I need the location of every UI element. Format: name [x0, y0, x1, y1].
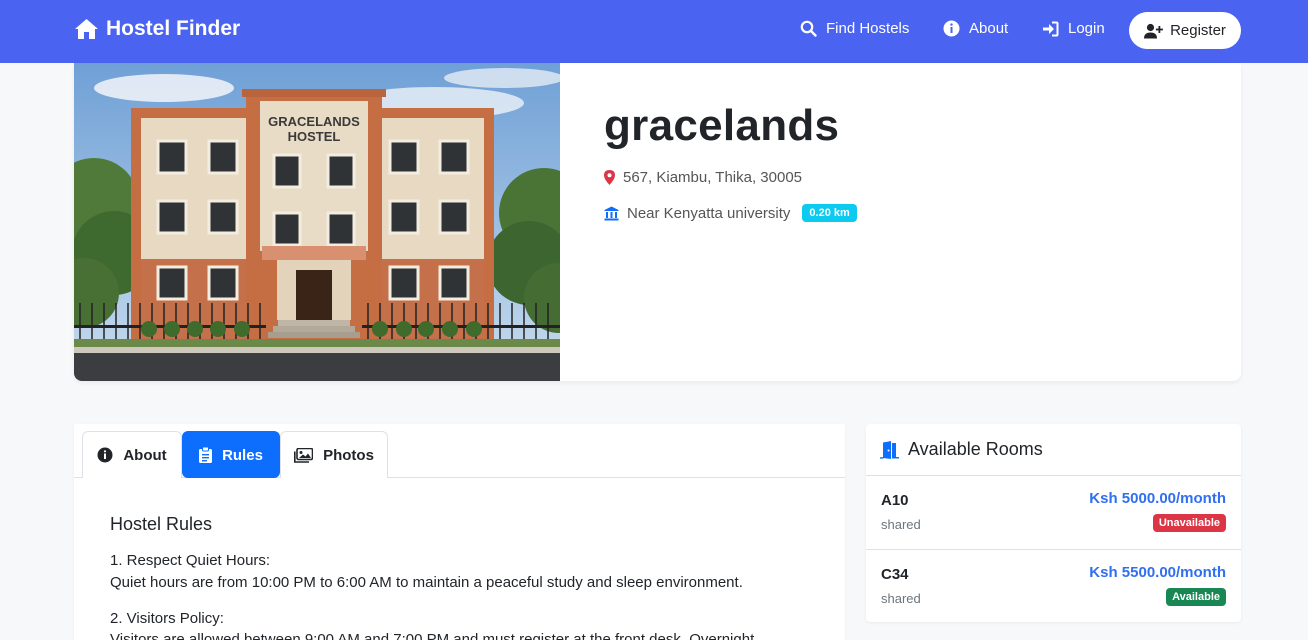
hostel-address: 567, Kiambu, Thika, 30005 — [623, 169, 803, 186]
nav-about-label: About — [969, 20, 1009, 37]
tab-photos[interactable]: Photos — [280, 431, 388, 478]
rule-1-heading: 1. Respect Quiet Hours: — [110, 552, 271, 569]
user-plus-icon — [1144, 23, 1163, 38]
hostel-nearby-row: Near Kenyatta university 0.20 km — [604, 204, 857, 222]
room-type: shared — [881, 591, 921, 606]
tab-about-label: About — [123, 446, 167, 464]
tab-about[interactable]: About — [82, 431, 182, 478]
login-icon — [1043, 21, 1059, 36]
nav-find-hostels[interactable]: Find Hostels — [800, 20, 909, 37]
register-label: Register — [1170, 22, 1226, 39]
rule-2-heading: 2. Visitors Policy: — [110, 610, 224, 627]
clipboard-icon — [199, 447, 213, 463]
rooms-title: Available Rooms — [908, 439, 1043, 459]
room-status-badge: Available — [1166, 588, 1226, 606]
tab-rules-label: Rules — [222, 446, 263, 464]
room-item[interactable]: A10 shared Ksh 5000.00/month Unavailable — [866, 476, 1241, 549]
search-icon — [800, 20, 817, 37]
register-button[interactable]: Register — [1129, 12, 1241, 49]
rule-1-text: Quiet hours are from 10:00 PM to 6:00 AM… — [110, 574, 743, 591]
images-icon — [294, 447, 314, 463]
tab-photos-label: Photos — [323, 446, 374, 464]
navbar: Hostel Finder Find Hostels About Login R… — [0, 0, 1308, 63]
nav-login[interactable]: Login — [1042, 20, 1105, 37]
map-marker-icon — [604, 170, 615, 185]
rule-2-text: Visitors are allowed between 9:00 AM and… — [110, 631, 755, 640]
svg-text:HOSTEL: HOSTEL — [288, 129, 341, 144]
brand-link[interactable]: Hostel Finder — [74, 17, 240, 41]
door-open-icon — [880, 440, 899, 459]
svg-text:GRACELANDS: GRACELANDS — [268, 114, 360, 129]
tab-rules[interactable]: Rules — [182, 431, 280, 478]
rooms-header: Available Rooms — [866, 424, 1241, 476]
room-item[interactable]: C34 shared Ksh 5500.00/month Available — [866, 549, 1241, 622]
rules-title: Hostel Rules — [110, 514, 213, 534]
hostel-address-row: 567, Kiambu, Thika, 30005 — [604, 169, 802, 186]
university-icon — [604, 206, 619, 220]
hostel-photo: GRACELANDS HOSTEL — [74, 63, 560, 381]
nav-login-label: Login — [1068, 20, 1105, 37]
home-icon — [75, 19, 98, 39]
hostel-hero-card: GRACELANDS HOSTEL gracelands 567, Kiambu… — [74, 63, 1241, 381]
room-type: shared — [881, 517, 921, 532]
nav-find-hostels-label: Find Hostels — [826, 20, 910, 37]
room-name: C34 — [881, 566, 909, 583]
distance-badge: 0.20 km — [802, 204, 857, 222]
available-rooms-card: Available Rooms A10 shared Ksh 5000.00/m… — [866, 424, 1241, 622]
room-price: Ksh 5500.00/month — [1089, 564, 1226, 581]
room-status-badge: Unavailable — [1152, 514, 1226, 532]
hostel-details-card: About Rules Photos Hostel Rules 1. Respe… — [74, 424, 845, 640]
hostel-name: gracelands — [604, 101, 840, 150]
info-icon — [943, 20, 960, 37]
nav-about[interactable]: About — [943, 20, 1008, 37]
hostel-near-text: Near Kenyatta university — [627, 204, 791, 222]
brand-name: Hostel Finder — [106, 17, 241, 40]
room-name: A10 — [881, 492, 909, 509]
info-icon — [97, 447, 113, 463]
room-price: Ksh 5000.00/month — [1089, 490, 1226, 507]
